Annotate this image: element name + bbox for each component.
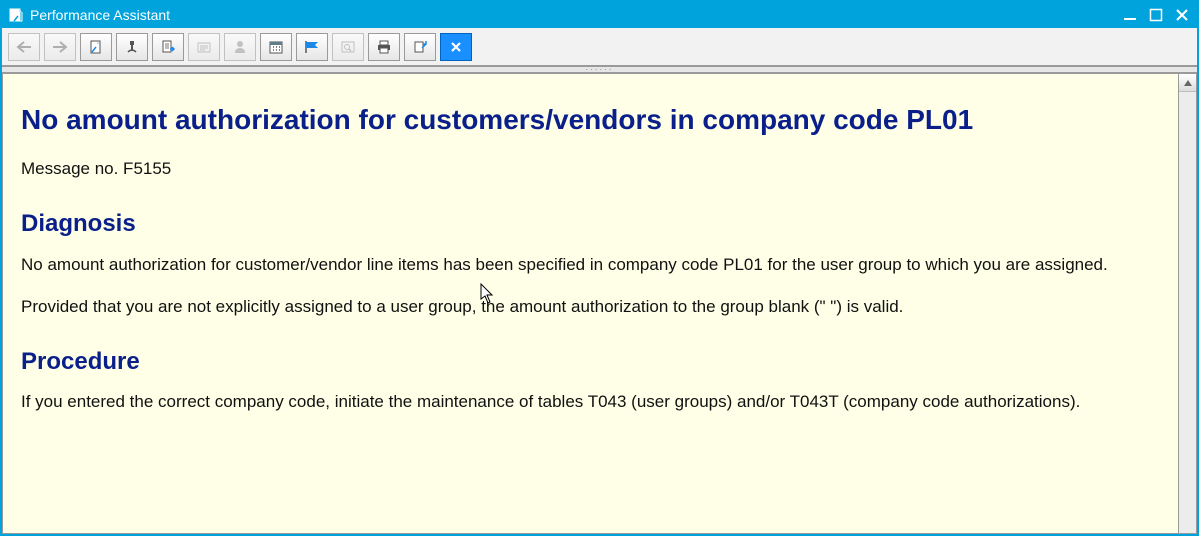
minimize-button[interactable]	[1121, 6, 1139, 24]
titlebar[interactable]: Performance Assistant	[2, 2, 1197, 28]
performance-assistant-window: Performance Assistant	[0, 0, 1199, 536]
maximize-button[interactable]	[1147, 6, 1165, 24]
close-button[interactable]	[1173, 6, 1191, 24]
person-icon	[232, 39, 248, 55]
toolbar-close-button[interactable]	[440, 33, 472, 61]
personal-note-button[interactable]	[224, 33, 256, 61]
vertical-scrollbar[interactable]	[1178, 74, 1196, 533]
window-controls	[1121, 6, 1191, 24]
customizing-icon	[196, 39, 212, 55]
message-number: Message no. F5155	[21, 158, 1141, 180]
favorites-button[interactable]	[260, 33, 292, 61]
doc-title: No amount authorization for customers/ve…	[21, 102, 1160, 138]
window-title: Performance Assistant	[30, 7, 170, 23]
page-arrow-icon	[160, 39, 176, 55]
scroll-track[interactable]	[1179, 92, 1196, 533]
procedure-heading: Procedure	[21, 346, 1160, 377]
calendar-icon	[268, 39, 284, 55]
procedure-paragraph-1: If you entered the correct company code,…	[21, 391, 1141, 413]
help-document: No amount authorization for customers/ve…	[3, 74, 1178, 533]
scroll-up-button[interactable]	[1179, 74, 1196, 92]
application-help-button[interactable]	[152, 33, 184, 61]
print-button[interactable]	[368, 33, 400, 61]
diagnosis-heading: Diagnosis	[21, 208, 1160, 239]
diagnosis-paragraph-1: No amount authorization for customer/ven…	[21, 254, 1141, 276]
toolbar	[2, 28, 1197, 66]
content-shell: ······ No amount authorization for custo…	[2, 66, 1197, 534]
customizing-button[interactable]	[188, 33, 220, 61]
export-icon	[412, 39, 428, 55]
doc-wrapper: No amount authorization for customers/ve…	[2, 73, 1197, 534]
nav-forward-button[interactable]	[44, 33, 76, 61]
print-icon	[376, 39, 392, 55]
arrow-left-icon	[15, 40, 33, 54]
search-doc-icon	[340, 39, 356, 55]
diagnosis-paragraph-2: Provided that you are not explicitly ass…	[21, 296, 1141, 318]
flag-button[interactable]	[296, 33, 328, 61]
tech-info-button[interactable]	[116, 33, 148, 61]
app-icon	[8, 7, 24, 23]
close-icon	[449, 40, 463, 54]
flag-icon	[303, 39, 321, 55]
document-icon	[88, 39, 104, 55]
doc-page-button[interactable]	[80, 33, 112, 61]
arrow-right-icon	[51, 40, 69, 54]
nav-back-button[interactable]	[8, 33, 40, 61]
wrench-icon	[124, 39, 140, 55]
searchable-button[interactable]	[332, 33, 364, 61]
export-button[interactable]	[404, 33, 436, 61]
